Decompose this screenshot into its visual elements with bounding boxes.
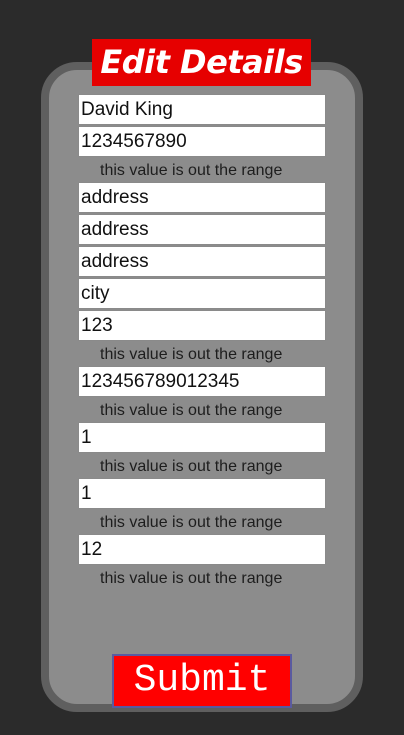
address-line-1-field[interactable] xyxy=(78,182,326,213)
page: Edit Details this value is out the range… xyxy=(0,0,404,735)
number-c-error-message: this value is out the range xyxy=(100,570,283,587)
long-number-error-message: this value is out the range xyxy=(100,402,283,419)
city-field[interactable] xyxy=(78,278,326,309)
phone-field[interactable] xyxy=(78,126,326,157)
address-line-2-field[interactable] xyxy=(78,214,326,245)
number-a-field[interactable] xyxy=(78,422,326,453)
submit-button[interactable]: Submit xyxy=(112,654,292,708)
number-b-error-message: this value is out the range xyxy=(100,514,283,531)
phone-error-message: this value is out the range xyxy=(100,162,283,179)
address-line-3-field[interactable] xyxy=(78,246,326,277)
page-title: Edit Details xyxy=(92,39,311,86)
number-b-field[interactable] xyxy=(78,478,326,509)
long-number-field[interactable] xyxy=(78,366,326,397)
code-error-message: this value is out the range xyxy=(100,346,283,363)
number-c-field[interactable] xyxy=(78,534,326,565)
number-a-error-message: this value is out the range xyxy=(100,458,283,475)
name-field[interactable] xyxy=(78,94,326,125)
code-field[interactable] xyxy=(78,310,326,341)
